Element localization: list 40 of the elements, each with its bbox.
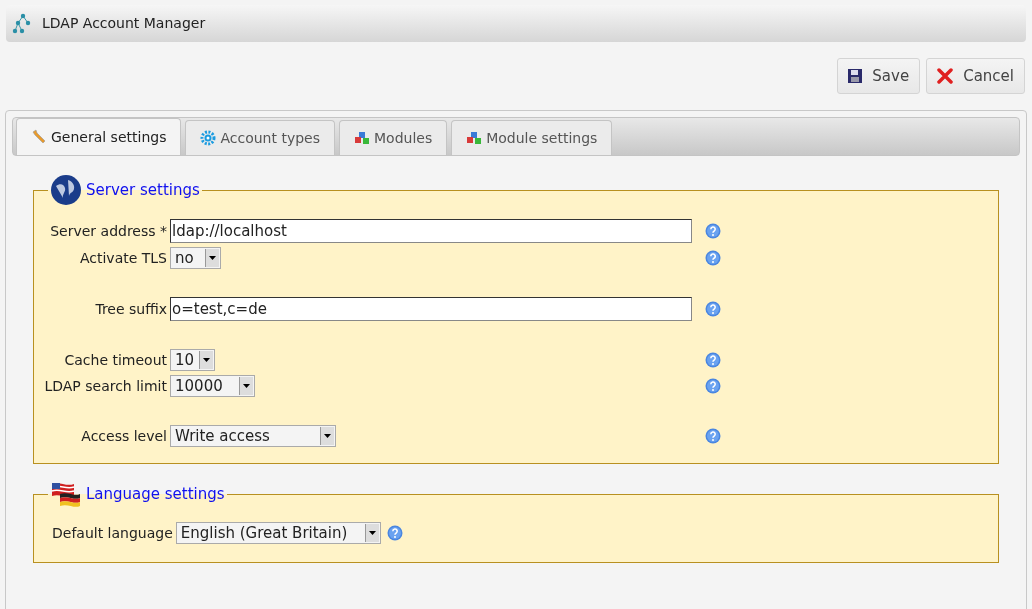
caret-icon [203, 358, 210, 362]
section-legend: Server settings [86, 178, 200, 202]
help-icon[interactable] [705, 352, 721, 368]
close-icon [937, 68, 954, 84]
tab[interactable]: Modules [339, 120, 448, 155]
field-label: Default language [52, 523, 173, 543]
input-field[interactable]: o=test,c=de [170, 297, 692, 321]
window-title: LDAP Account Manager [42, 14, 206, 33]
dropdown[interactable]: Write access [170, 425, 336, 447]
help-icon[interactable] [705, 250, 721, 266]
help-icon[interactable] [705, 301, 721, 317]
blocks-icon [466, 131, 483, 145]
section-legend: Language settings [86, 482, 225, 506]
blocks-icon [354, 131, 370, 145]
field-label: Cache timeout [63, 350, 168, 370]
dropdown[interactable]: English (Great Britain) [175, 522, 381, 544]
caret-icon [324, 434, 331, 438]
tab[interactable]: General settings [16, 118, 182, 155]
caret-icon [243, 384, 250, 388]
field-label: Activate TLS [78, 248, 168, 268]
field-label: LDAP search limit [43, 376, 168, 396]
tab[interactable]: Module settings [451, 120, 613, 155]
help-icon[interactable] [386, 525, 403, 541]
flag-icon [50, 480, 82, 508]
tab[interactable]: Account types [185, 120, 335, 155]
dropdown[interactable]: 10000 [170, 375, 255, 397]
cancel-button[interactable]: Cancel [926, 58, 1025, 94]
input-field[interactable]: ldap://localhost [170, 219, 692, 243]
caret-icon [209, 256, 216, 260]
field-label: Server address * [49, 221, 168, 241]
field-label: Tree suffix [94, 299, 168, 319]
help-icon[interactable] [705, 378, 721, 394]
field-label: Access level [80, 426, 168, 446]
dropdown[interactable]: no [170, 247, 221, 269]
help-icon[interactable] [705, 428, 721, 444]
help-icon[interactable] [705, 223, 721, 239]
gear-icon [200, 130, 217, 146]
caret-icon [368, 531, 376, 535]
dropdown[interactable]: 10 [170, 349, 215, 371]
save-button[interactable]: Save [837, 58, 921, 94]
